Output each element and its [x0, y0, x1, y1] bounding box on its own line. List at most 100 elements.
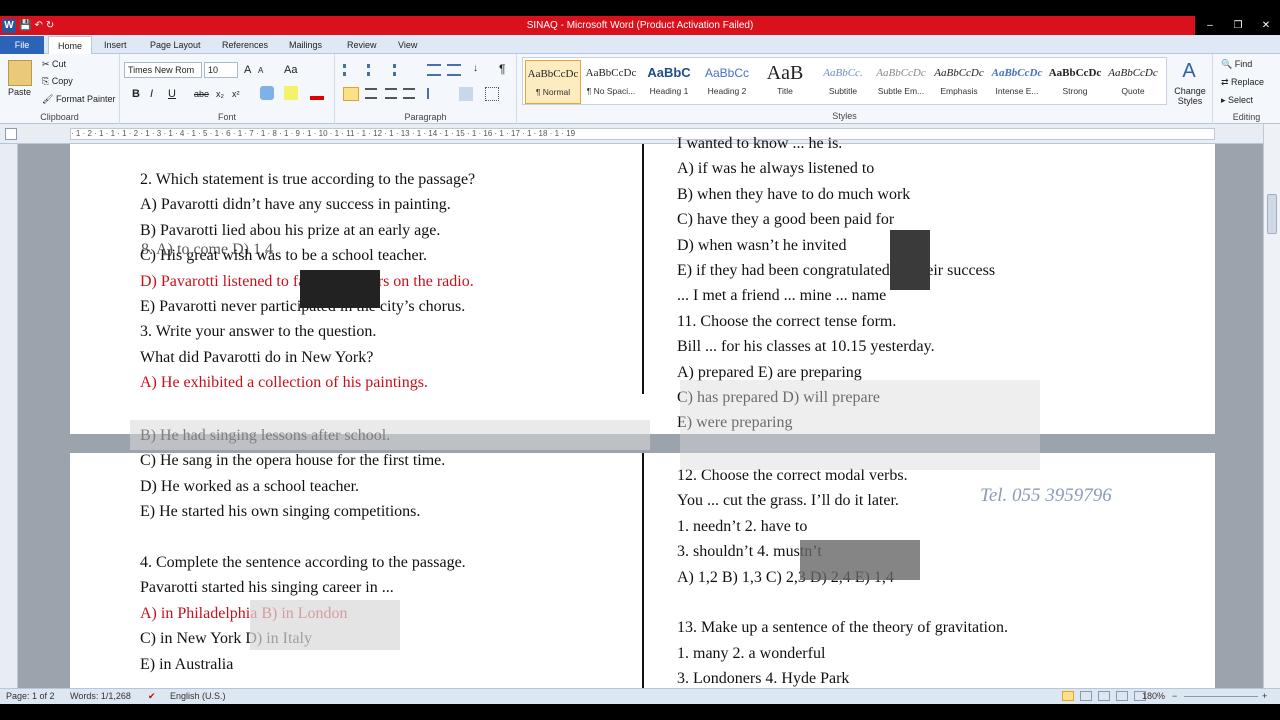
bullets-icon[interactable] — [343, 64, 357, 76]
decrease-indent-icon[interactable] — [427, 64, 441, 76]
undo-icon[interactable]: ↶ — [34, 20, 42, 31]
clipboard-group-label: Clipboard — [40, 112, 79, 122]
change-case-button[interactable]: Aa — [284, 64, 297, 76]
italic-button[interactable]: I — [150, 88, 153, 100]
bold-button[interactable]: B — [132, 88, 140, 100]
cut-label: Cut — [52, 59, 67, 69]
style-name: Heading 1 — [649, 86, 689, 96]
format-painter-button[interactable]: 🖌 Format Painter — [42, 94, 115, 105]
word-logo-icon[interactable]: W — [2, 18, 16, 33]
font-color-icon[interactable] — [310, 86, 324, 100]
shrink-font-button[interactable]: A — [258, 66, 263, 75]
style-intense-emphasis[interactable]: AaBbCcDc Intense E... — [989, 60, 1045, 104]
style-quote[interactable]: AaBbCcDc Quote — [1105, 60, 1161, 104]
underline-button[interactable]: U — [168, 88, 176, 100]
font-group: Times New Rom 10 A A Aa B I U abe x₂ x² … — [120, 54, 335, 124]
paste-icon[interactable] — [8, 60, 32, 86]
shading-icon[interactable] — [459, 87, 473, 101]
tab-references[interactable]: References — [222, 36, 268, 54]
style-subtitle[interactable]: AaBbCc. Subtitle — [815, 60, 871, 104]
line-spacing-icon[interactable] — [427, 88, 441, 99]
document-line: 2. Which statement is true according to … — [140, 171, 476, 188]
redo-icon[interactable]: ↻ — [46, 20, 54, 31]
zoom-level[interactable]: 180% — [1142, 691, 1165, 701]
tab-page-layout[interactable]: Page Layout — [150, 36, 201, 54]
replace-button[interactable]: ⇄ Replace — [1221, 77, 1264, 88]
style-preview: AaBbCcDc — [1048, 67, 1102, 79]
tab-insert[interactable]: Insert — [104, 36, 127, 54]
superscript-button[interactable]: x² — [232, 89, 240, 99]
scrollbar-thumb[interactable] — [1267, 194, 1277, 234]
style-heading-2[interactable]: AaBbCc Heading 2 — [699, 60, 755, 104]
style-name: Subtle Em... — [877, 86, 925, 96]
vertical-scrollbar[interactable] — [1263, 124, 1280, 688]
multilevel-icon[interactable] — [393, 64, 407, 76]
word-count[interactable]: Words: 1/1,268 — [70, 691, 131, 701]
zoom-slider[interactable] — [1184, 696, 1258, 697]
increase-indent-icon[interactable] — [447, 64, 461, 76]
proofing-icon[interactable]: ✔ — [148, 691, 156, 702]
zoom-out-button[interactable]: − — [1172, 691, 1177, 701]
sort-icon[interactable]: ↓ — [473, 63, 478, 74]
style-heading-1[interactable]: AaBbC Heading 1 — [641, 60, 697, 104]
paste-button[interactable]: Paste — [8, 87, 31, 97]
paragraph-group-label: Paragraph — [404, 112, 447, 122]
tab-selector-icon[interactable] — [5, 128, 17, 140]
borders-icon[interactable] — [485, 87, 499, 101]
style-name: Emphasis — [940, 86, 978, 96]
style-preview: AaBbCcDc — [1108, 67, 1158, 79]
align-right-icon[interactable] — [385, 88, 397, 99]
text-effects-icon[interactable] — [260, 86, 274, 100]
paragraph-group: ↓ ¶ Paragraph — [335, 54, 517, 124]
style-no-spacing[interactable]: AaBbCcDc ¶ No Spaci... — [583, 60, 639, 104]
font-name-box[interactable]: Times New Rom — [124, 62, 202, 78]
tab-mailings[interactable]: Mailings — [289, 36, 322, 54]
strikethrough-button[interactable]: abe — [194, 89, 209, 99]
font-size-box[interactable]: 10 — [204, 62, 238, 78]
style-emphasis[interactable]: AaBbCcDc Emphasis — [931, 60, 987, 104]
change-styles-icon[interactable]: A — [1176, 60, 1202, 82]
overlay-text: 8. A) to come D) 1,4 — [141, 241, 273, 258]
print-layout-icon[interactable] — [1062, 691, 1074, 701]
style-subtle-emphasis[interactable]: AaBbCcDc Subtle Em... — [873, 60, 929, 104]
select-button[interactable]: ▸ Select — [1221, 95, 1253, 106]
style-title[interactable]: AaB Title — [757, 60, 813, 104]
tab-file[interactable]: File — [0, 36, 44, 54]
document-line: D) He worked as a school teacher. — [140, 477, 360, 495]
vertical-ruler[interactable] — [0, 144, 18, 688]
change-styles-button[interactable]: Change Styles — [1172, 86, 1208, 106]
grow-font-button[interactable]: A — [244, 64, 251, 76]
numbering-icon[interactable] — [367, 64, 381, 76]
tab-home[interactable]: Home — [48, 36, 92, 54]
cut-button[interactable]: ✂ Cut — [42, 59, 66, 70]
maximize-button[interactable]: ❐ — [1224, 16, 1252, 35]
style-name: Subtitle — [828, 86, 858, 96]
close-button[interactable]: ✕ — [1252, 16, 1280, 35]
minimize-button[interactable]: – — [1196, 16, 1224, 35]
zoom-in-button[interactable]: + — [1262, 691, 1267, 701]
language[interactable]: English (U.S.) — [170, 691, 226, 701]
style-preview: AaBbCc. — [823, 67, 863, 79]
style-normal[interactable]: AaBbCcDc ¶ Normal — [525, 60, 581, 104]
show-paragraph-marks-button[interactable]: ¶ — [499, 62, 505, 76]
document-line: 3. Write your answer to the question. — [140, 323, 377, 341]
full-screen-icon[interactable] — [1080, 691, 1092, 701]
find-button[interactable]: 🔍 Find — [1221, 59, 1252, 70]
tab-view[interactable]: View — [398, 36, 417, 54]
copy-button[interactable]: ⎘ Copy — [42, 76, 73, 87]
style-preview: AaBbCcDc — [876, 67, 926, 79]
style-preview: AaBbCc — [704, 66, 750, 80]
subscript-button[interactable]: x₂ — [216, 89, 224, 99]
outline-icon[interactable] — [1116, 691, 1128, 701]
style-strong[interactable]: AaBbCcDc Strong — [1047, 60, 1103, 104]
editing-group: 🔍 Find ⇄ Replace ▸ Select Editing — [1212, 54, 1280, 124]
web-layout-icon[interactable] — [1098, 691, 1110, 701]
justify-icon[interactable] — [403, 88, 415, 99]
page-count[interactable]: Page: 1 of 2 — [6, 691, 55, 701]
ruler-bar[interactable]: · 1 · 2 · 1 · 1 · 1 · 2 · 1 · 3 · 1 · 4 … — [70, 128, 1215, 140]
highlight-icon[interactable] — [284, 86, 298, 100]
tab-review[interactable]: Review — [347, 36, 377, 54]
align-left-icon[interactable] — [343, 87, 359, 101]
save-icon[interactable]: 💾 — [19, 20, 31, 31]
align-center-icon[interactable] — [365, 88, 377, 99]
